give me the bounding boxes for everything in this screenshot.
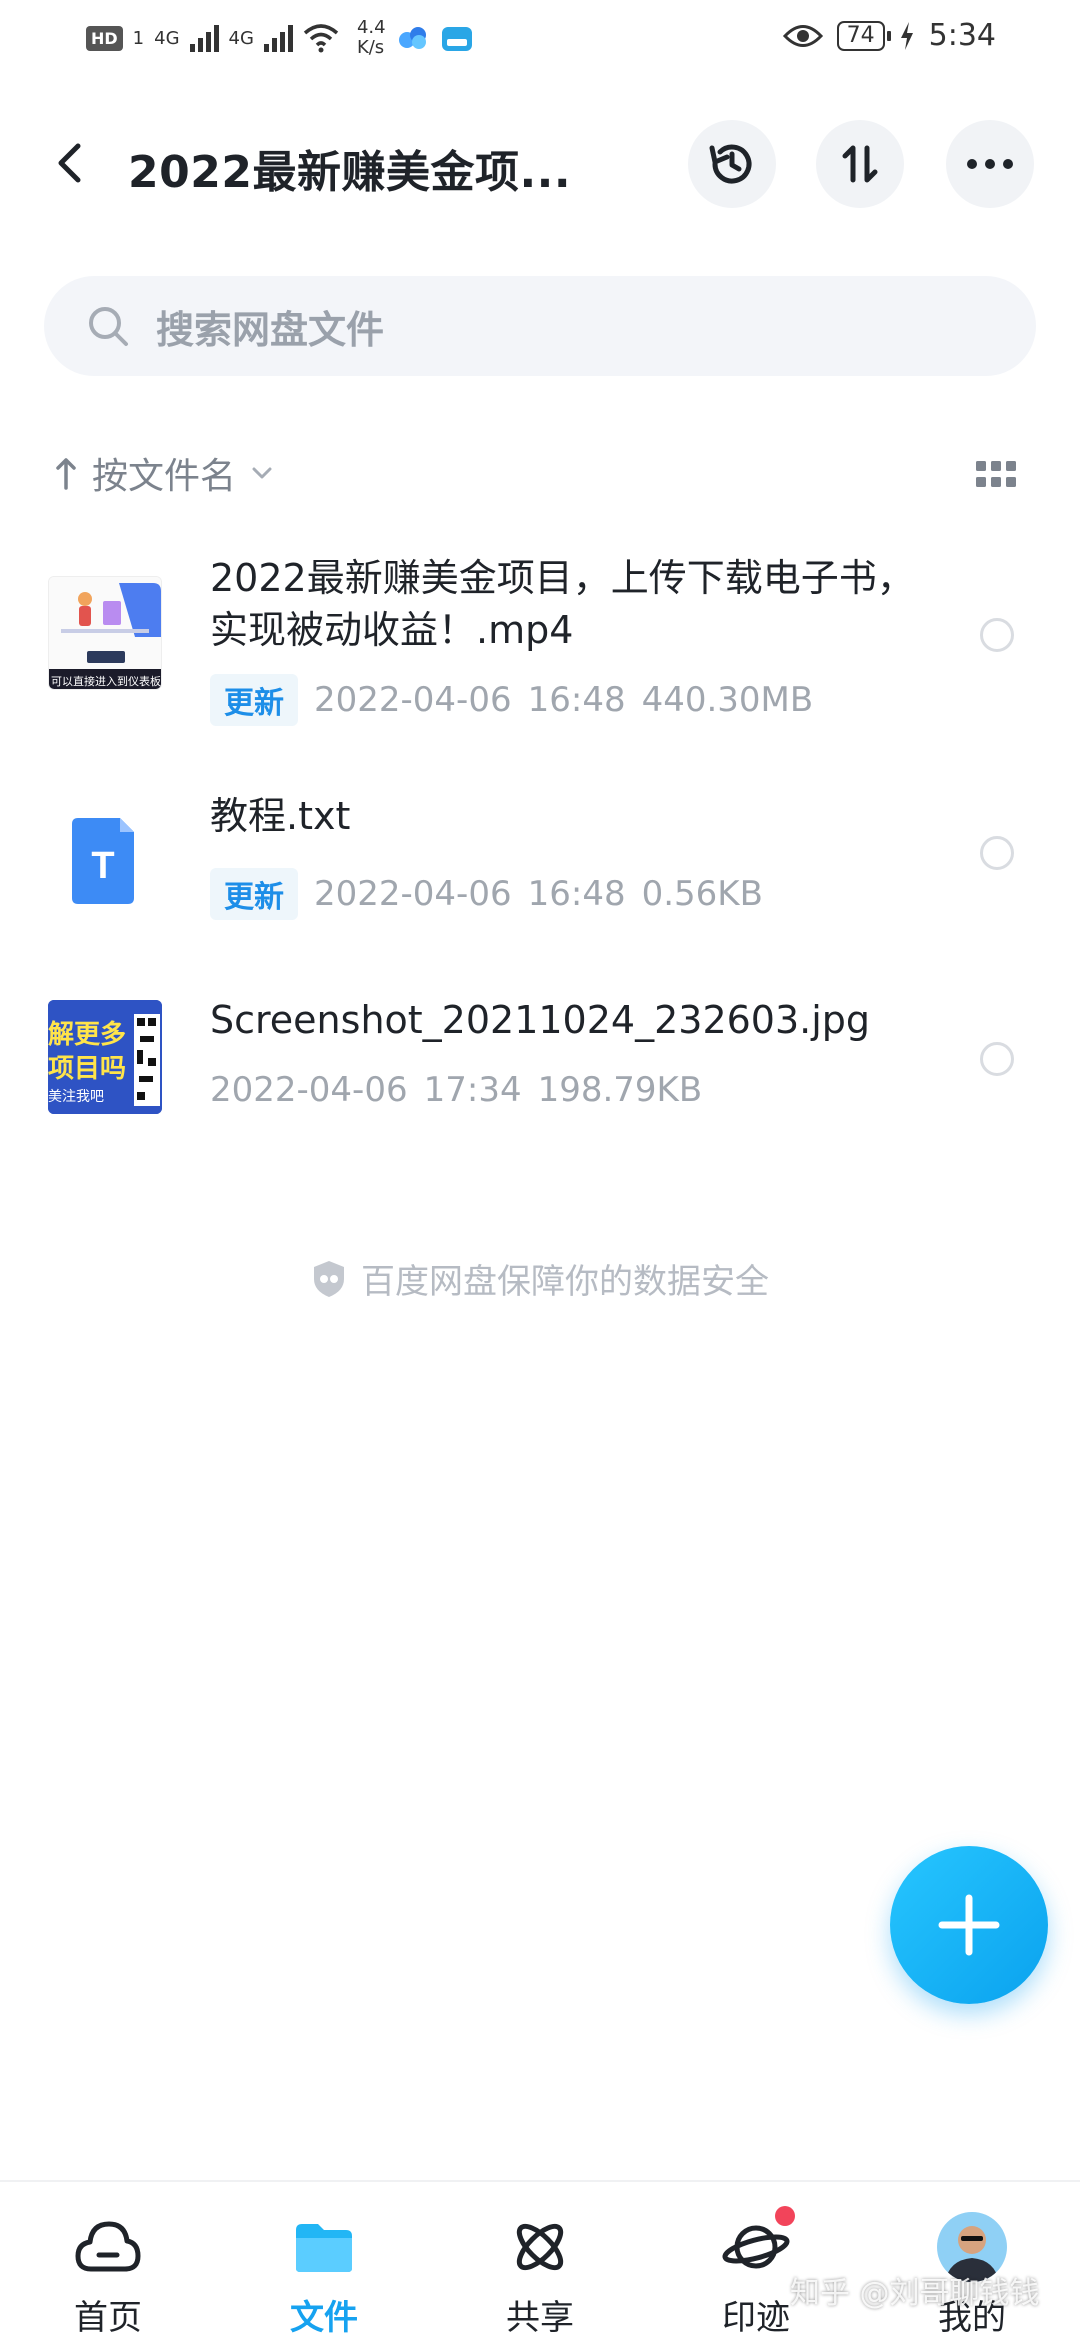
file-date: 2022-04-06	[314, 680, 512, 720]
sort-arrow-icon	[56, 458, 76, 490]
list-item[interactable]: 可以直接进入到仪表板 2022最新赚美金项目，上传下载电子书，实现被动收益！.m…	[0, 548, 1080, 748]
security-note: 百度网盘保障你的数据安全	[0, 1254, 1080, 1303]
select-radio[interactable]	[980, 836, 1014, 870]
back-arrow-icon[interactable]	[46, 138, 96, 188]
tab-label: 印迹	[722, 2298, 790, 2338]
tab-label: 文件	[290, 2298, 358, 2338]
speed-unit: K/s	[356, 37, 385, 58]
tab-share[interactable]: 共享	[460, 2182, 620, 2340]
more-button[interactable]	[946, 120, 1034, 208]
search-bar[interactable]: 搜索网盘文件	[44, 276, 1036, 376]
txt-file-icon: T	[72, 818, 134, 904]
file-size: 198.79KB	[537, 1070, 703, 1110]
eye-icon	[782, 24, 823, 47]
plus-icon	[938, 1894, 1000, 1956]
image-thumbnail: 解更多 项目吗 美注我吧	[48, 1000, 162, 1114]
update-badge: 更新	[210, 674, 298, 726]
sort-label: 按文件名	[92, 456, 237, 497]
file-name: 教程.txt	[210, 794, 351, 838]
file-size: 440.30MB	[641, 680, 814, 720]
file-time: 16:48	[527, 680, 626, 720]
app-notify-icon	[441, 27, 472, 51]
grid-view-icon[interactable]	[974, 458, 1018, 492]
tab-me[interactable]: 我的	[892, 2182, 1052, 2340]
transfer-button[interactable]	[816, 120, 904, 208]
video-thumbnail: 可以直接进入到仪表板	[48, 576, 162, 690]
file-size: 0.56KB	[641, 874, 763, 914]
more-icon	[967, 159, 1013, 169]
thumbnail-caption: 可以直接进入到仪表板	[51, 675, 161, 688]
clock: 5:34	[928, 18, 996, 53]
txt-file-thumbnail: T	[48, 804, 162, 918]
file-date: 2022-04-06	[210, 1070, 408, 1110]
file-date: 2022-04-06	[314, 874, 512, 914]
notification-dot	[775, 2206, 795, 2226]
thumbnail-text-2: 项目吗	[48, 1054, 127, 1084]
tab-label: 共享	[506, 2298, 574, 2338]
update-badge: 更新	[210, 868, 298, 920]
security-note-text: 百度网盘保障你的数据安全	[361, 1262, 769, 1302]
header: 2022最新赚美金项...	[0, 120, 1080, 210]
wifi-icon	[303, 24, 339, 53]
cloud-icon	[75, 2221, 141, 2272]
file-name: 2022最新赚美金项目，上传下载电子书，实现被动收益！.mp4	[210, 556, 915, 652]
list-item[interactable]: T 教程.txt 更新 2022-04-06 16:48 0.56KB	[0, 790, 1080, 940]
history-icon	[709, 144, 752, 184]
tab-files[interactable]: 文件	[244, 2182, 404, 2340]
list-item[interactable]: 解更多 项目吗 美注我吧 Screenshot_20211024_232603.…	[0, 990, 1080, 1140]
file-time: 16:48	[527, 874, 626, 914]
file-meta: 更新 2022-04-06 16:48 0.56KB	[210, 868, 763, 920]
file-meta: 2022-04-06 17:34 198.79KB	[210, 1070, 702, 1110]
signal-icon-2	[263, 24, 293, 52]
transfer-icon	[842, 145, 878, 183]
tab-footprint[interactable]: 印迹	[676, 2182, 836, 2340]
hd-indicator: HD	[86, 25, 123, 51]
tab-home[interactable]: 首页	[28, 2182, 188, 2340]
network-speed: 4.4 K/s	[357, 18, 386, 58]
txt-icon-letter: T	[91, 845, 114, 887]
signal-icon	[189, 24, 219, 52]
network-type-1: 4G	[154, 27, 180, 49]
network-type-2: 4G	[228, 27, 254, 49]
shield-icon	[314, 1260, 344, 1297]
file-meta: 更新 2022-04-06 16:48 440.30MB	[210, 674, 813, 726]
history-button[interactable]	[688, 120, 776, 208]
search-placeholder: 搜索网盘文件	[156, 307, 385, 352]
baidu-netdisk-notify-icon	[398, 27, 426, 49]
app-screen: HD 1 4G 4G 4.4 K/s 74 5:34 2022最新赚美金项...…	[0, 0, 1080, 2340]
select-radio[interactable]	[980, 1042, 1014, 1076]
status-bar: HD 1 4G 4G 4.4 K/s 74 5:34	[0, 0, 1080, 84]
select-radio[interactable]	[980, 618, 1014, 652]
thumbnail-text-3: 美注我吧	[48, 1089, 104, 1105]
add-button[interactable]	[890, 1846, 1048, 2004]
battery-indicator: 74	[836, 20, 891, 51]
watermark: 知乎 @刘哥聊钱钱	[790, 2276, 1040, 2311]
chevron-down-icon	[252, 467, 272, 479]
file-time: 17:34	[423, 1070, 522, 1110]
sim-indicator: 1	[132, 27, 145, 49]
charging-icon	[900, 21, 913, 50]
sort-selector[interactable]: 按文件名	[54, 448, 274, 498]
tab-label: 首页	[74, 2298, 142, 2338]
search-icon	[89, 307, 128, 346]
speed-value: 4.4	[356, 17, 386, 38]
bottom-tab-bar: 首页 文件 共享 印迹 我的	[0, 2180, 1080, 2340]
thumbnail-text-1: 解更多	[48, 1020, 127, 1050]
file-name: Screenshot_20211024_232603.jpg	[210, 998, 871, 1042]
folder-icon	[296, 2224, 352, 2272]
page-title: 2022最新赚美金项...	[128, 147, 572, 198]
atom-icon	[516, 2223, 564, 2271]
